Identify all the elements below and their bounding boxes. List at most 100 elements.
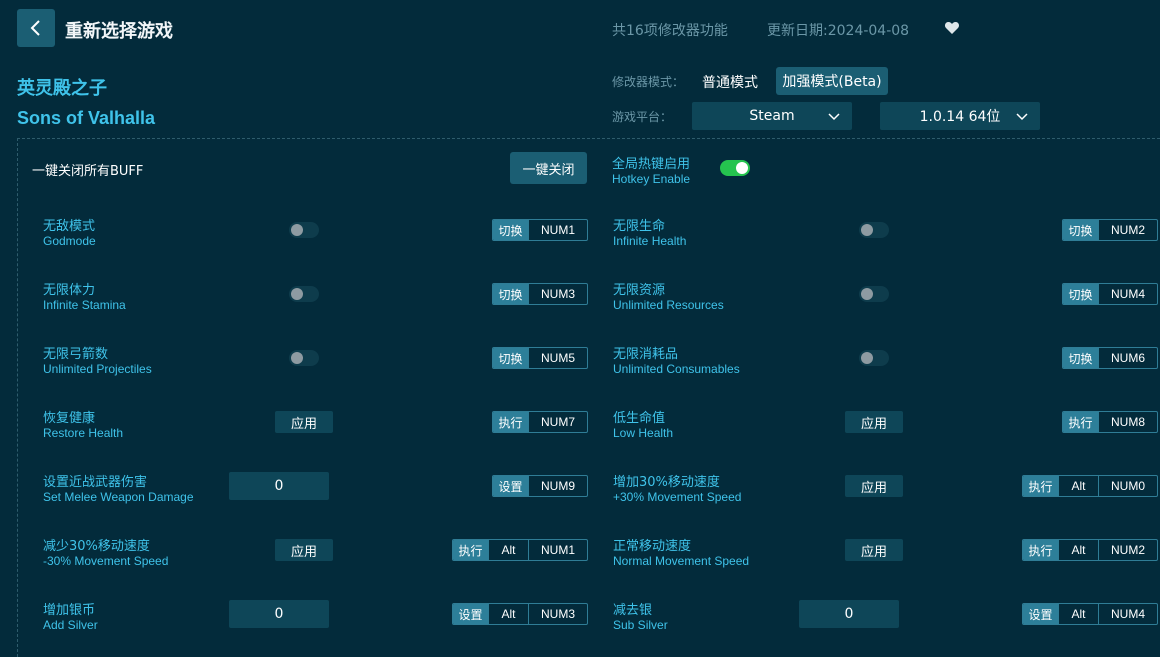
hotkey-binding[interactable]: 设置 Alt NUM3 (452, 603, 588, 625)
feature-count: 共16项修改器功能 (612, 23, 728, 39)
hotkey-modifier: Alt (488, 540, 528, 560)
feature-label-cn: 减去银 (613, 603, 653, 618)
godmode-toggle[interactable] (289, 222, 319, 238)
platform-value: Steam (749, 108, 795, 124)
hotkey-modifier: Alt (1058, 604, 1098, 624)
melee-damage-input[interactable]: 0 (229, 472, 329, 500)
hotkey-action: 设置 (1023, 604, 1058, 624)
toggle-knob (861, 288, 873, 300)
hotkey-modifier: Alt (1058, 476, 1098, 496)
feature-label-cn: 低生命值 (613, 411, 666, 426)
hotkey-action: 设置 (453, 604, 488, 624)
feature-label-en: Unlimited Projectiles (43, 362, 152, 376)
chevron-left-icon (30, 20, 40, 36)
hotkey-action: 切换 (1063, 220, 1098, 240)
hotkey-key: NUM2 (1098, 220, 1157, 240)
hotkey-key: NUM6 (1098, 348, 1157, 368)
hotkey-binding[interactable]: 执行 Alt NUM1 (452, 539, 588, 561)
add-silver-input[interactable]: 0 (229, 600, 329, 628)
hotkey-binding[interactable]: 执行 Alt NUM0 (1022, 475, 1158, 497)
heart-icon[interactable] (944, 20, 960, 36)
hotkey-binding[interactable]: 切换 NUM6 (1062, 347, 1158, 369)
toggle-knob (736, 162, 748, 174)
speed-up-apply-button[interactable]: 应用 (845, 475, 903, 497)
hotkey-key: NUM5 (528, 348, 587, 368)
version-select[interactable]: 1.0.14 64位 (880, 102, 1040, 130)
feature-label-cn: 设置近战武器伤害 (43, 475, 148, 490)
feature-label-cn: 恢复健康 (43, 411, 96, 426)
feature-label-cn: 无限消耗品 (613, 347, 679, 362)
speed-down-apply-button[interactable]: 应用 (275, 539, 333, 561)
hotkey-binding[interactable]: 切换 NUM1 (492, 219, 588, 241)
hotkey-action: 执行 (1063, 412, 1098, 432)
hotkey-action: 执行 (1023, 476, 1058, 496)
toggle-knob (291, 352, 303, 364)
platform-select[interactable]: Steam (692, 102, 852, 130)
hotkey-key: NUM3 (528, 604, 587, 624)
hotkey-modifier: Alt (488, 604, 528, 624)
hotkey-binding[interactable]: 设置 Alt NUM4 (1022, 603, 1158, 625)
unlimited-resources-toggle[interactable] (859, 286, 889, 302)
feature-label-en: Unlimited Resources (613, 298, 724, 312)
toggle-knob (861, 224, 873, 236)
toggle-knob (291, 288, 303, 300)
version-value: 1.0.14 64位 (919, 109, 1001, 125)
toggle-knob (861, 352, 873, 364)
feature-label-en: Low Health (613, 426, 674, 440)
feature-label-en: +30% Movement Speed (613, 490, 742, 504)
feature-label-cn: 增加30%移动速度 (613, 475, 720, 490)
platform-label: 游戏平台： (612, 110, 673, 124)
hotkey-action: 切换 (1063, 348, 1098, 368)
feature-label-en: Infinite Stamina (43, 298, 126, 312)
hotkey-binding[interactable]: 设置 NUM9 (492, 475, 588, 497)
hotkey-binding[interactable]: 切换 NUM5 (492, 347, 588, 369)
mode-label: 修改器模式： (612, 75, 685, 89)
feature-label-en: Infinite Health (613, 234, 687, 248)
chevron-down-icon (1016, 113, 1028, 121)
restore-health-apply-button[interactable]: 应用 (275, 411, 333, 433)
chevron-down-icon (828, 113, 840, 121)
hotkey-action: 切换 (493, 348, 528, 368)
hotkey-binding[interactable]: 切换 NUM2 (1062, 219, 1158, 241)
hotkey-binding[interactable]: 执行 NUM8 (1062, 411, 1158, 433)
hotkey-action: 切换 (493, 220, 528, 240)
hotkey-binding[interactable]: 执行 NUM7 (492, 411, 588, 433)
hotkey-enable-toggle[interactable] (720, 160, 750, 176)
hotkey-key: NUM8 (1098, 412, 1157, 432)
back-button[interactable] (17, 9, 55, 47)
hotkey-key: NUM1 (528, 540, 587, 560)
feature-label-en: Set Melee Weapon Damage (43, 490, 194, 504)
sub-silver-input[interactable]: 0 (799, 600, 899, 628)
hotkey-action: 设置 (493, 476, 528, 496)
unlimited-consumables-toggle[interactable] (859, 350, 889, 366)
hotkey-action: 执行 (493, 412, 528, 432)
feature-label-cn: 无限弓箭数 (43, 347, 109, 362)
infinite-stamina-toggle[interactable] (289, 286, 319, 302)
feature-label-cn: 正常移动速度 (613, 539, 692, 554)
kill-all-button[interactable]: 一键关闭 (510, 152, 587, 184)
feature-label-cn: 无限生命 (613, 219, 666, 234)
hotkey-action: 切换 (493, 284, 528, 304)
hotkey-modifier: Alt (1058, 540, 1098, 560)
mode-beta-option[interactable]: 加强模式(Beta) (776, 67, 888, 95)
hotkey-binding[interactable]: 切换 NUM3 (492, 283, 588, 305)
hotkey-binding[interactable]: 切换 NUM4 (1062, 283, 1158, 305)
feature-label-en: Godmode (43, 234, 96, 248)
feature-label-cn: 无限资源 (613, 283, 666, 298)
hotkey-key: NUM0 (1098, 476, 1157, 496)
hotkey-action: 切换 (1063, 284, 1098, 304)
feature-label-en: Sub Silver (613, 618, 668, 632)
infinite-health-toggle[interactable] (859, 222, 889, 238)
unlimited-projectiles-toggle[interactable] (289, 350, 319, 366)
hotkey-key: NUM2 (1098, 540, 1157, 560)
feature-label-en: Unlimited Consumables (613, 362, 740, 376)
hotkey-binding[interactable]: 执行 Alt NUM2 (1022, 539, 1158, 561)
mode-normal-option[interactable]: 普通模式 (702, 72, 758, 92)
low-health-apply-button[interactable]: 应用 (845, 411, 903, 433)
normal-speed-apply-button[interactable]: 应用 (845, 539, 903, 561)
feature-label-en: Add Silver (43, 618, 98, 632)
toggle-knob (291, 224, 303, 236)
game-name-en: Sons of Valhalla (17, 108, 156, 128)
feature-label-en: Normal Movement Speed (613, 554, 750, 568)
feature-label-en: -30% Movement Speed (43, 554, 169, 568)
